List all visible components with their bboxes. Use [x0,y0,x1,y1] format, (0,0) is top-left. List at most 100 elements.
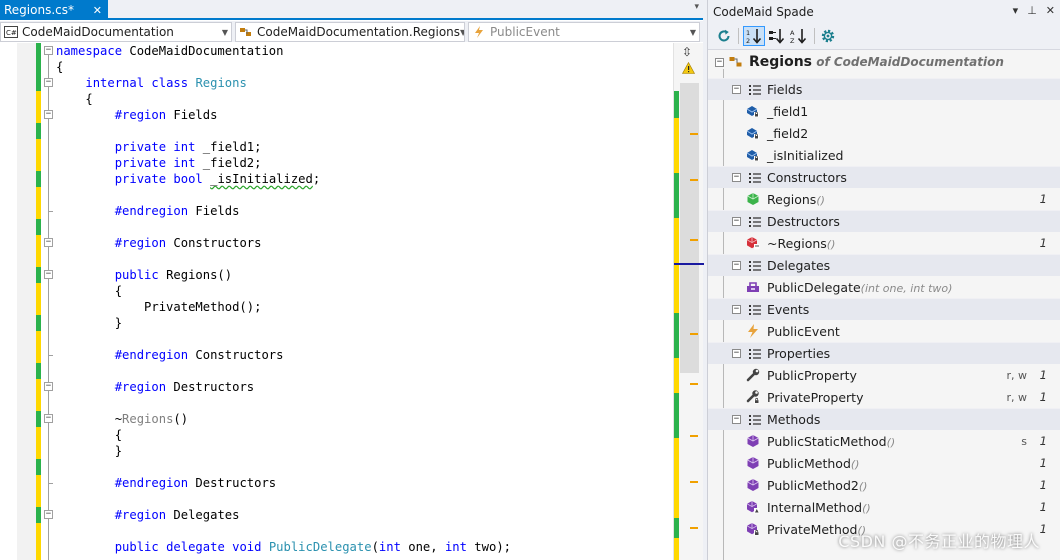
member-dropdown[interactable]: PublicEvent ▼ [468,22,700,42]
code-token: public [114,540,159,554]
code-token: int [378,540,401,554]
tree-item-label: PublicProperty [767,368,857,383]
tree-member-item[interactable]: PublicDelegate(int one, int two) [708,276,1060,298]
tree-member-item[interactable]: PublicStaticMethod() s 1 [708,430,1060,452]
split-window-icon[interactable]: ⇳ [682,45,692,59]
close-icon[interactable]: ✕ [1046,4,1055,17]
tree-member-item[interactable]: PrivateProperty r, w 1 [708,386,1060,408]
item-flags: s [1021,434,1027,448]
code-token: PublicDelegate [268,540,372,554]
tree-item-label: Methods [767,412,820,427]
tree-region-item[interactable]: − Properties [708,342,1060,364]
sort-alphabetically-button[interactable]: AZ [789,26,809,46]
collapse-toggle-icon[interactable]: − [44,414,53,423]
collapse-toggle-icon[interactable]: − [44,510,53,519]
tree-region-item[interactable]: − Delegates [708,254,1060,276]
pin-icon[interactable]: ⊥ [1027,4,1037,17]
document-tab-strip: Regions.cs* ✕ ▾ [0,0,703,20]
code-token: () [173,412,189,426]
window-position-dropdown-icon[interactable]: ▾ [1013,4,1019,17]
code-token: #region [114,508,167,522]
collapse-toggle-icon[interactable]: − [732,85,741,94]
collapse-toggle-icon[interactable]: − [44,238,53,247]
event-bolt-icon [472,26,486,38]
overview-change-marker [674,91,679,118]
code-token: #region [114,236,167,250]
type-dropdown[interactable]: CodeMaidDocumentation.Regions ▼ [235,22,465,42]
item-name: ~Regions [767,235,827,251]
code-line: private bool _isInitialized; [56,171,321,187]
collapse-toggle-icon[interactable]: − [732,305,741,314]
collapse-toggle-icon[interactable]: − [732,173,741,182]
code-token: int [173,156,196,170]
options-button[interactable] [818,26,838,46]
warning-icon[interactable] [682,62,695,74]
tree-root-item[interactable]: − Regions of CodeMaidDocumentation [708,51,1060,73]
tree-member-item[interactable]: InternalMethod() 1 [708,496,1060,518]
tree-region-item[interactable]: − Fields [708,78,1060,100]
gear-icon [821,29,835,43]
close-icon[interactable]: ✕ [93,4,102,17]
sort-by-file-order-button[interactable]: 12 [743,26,765,46]
item-complexity: 1 [1039,368,1047,382]
code-token: public [114,268,159,282]
collapse-toggle-icon[interactable]: − [44,382,53,391]
sort-by-type-button[interactable] [767,26,787,46]
refresh-button[interactable] [714,26,734,46]
item-name: Fields [767,82,803,97]
tree-member-item[interactable]: PublicProperty r, w 1 [708,364,1060,386]
collapse-toggle-icon[interactable]: − [732,261,741,270]
tree-region-item[interactable]: − Events [708,298,1060,320]
collapse-toggle-icon[interactable]: − [44,78,53,87]
collapse-toggle-icon[interactable]: − [44,46,53,55]
collapse-toggle-icon[interactable]: − [732,217,741,226]
tree-member-item[interactable]: PublicEvent [708,320,1060,342]
code-line: #region Destructors [56,379,254,395]
tab-regions-cs[interactable]: Regions.cs* ✕ [0,0,108,20]
item-flags: r, w [1006,390,1027,404]
collapse-toggle-icon[interactable]: − [44,110,53,119]
collapse-toggle-icon[interactable]: − [732,415,741,424]
item-complexity: 1 [1039,192,1047,206]
tab-overflow-icon[interactable]: ▾ [694,2,699,12]
scrollbar-thumb[interactable] [680,83,699,373]
tree-member-item[interactable]: ~Regions() 1 [708,232,1060,254]
tree-member-item[interactable]: _isInitialized [708,144,1060,166]
code-token: namespace [56,44,123,58]
tree-member-item[interactable]: PublicMethod2() 1 [708,474,1060,496]
code-line: } [56,315,122,331]
change-marker [36,459,41,475]
tree-item-label: Delegates [767,258,830,273]
collapse-toggle-icon[interactable]: − [44,270,53,279]
item-name: Methods [767,412,821,427]
tree-region-item[interactable]: − Constructors [708,166,1060,188]
project-dropdown[interactable]: C# CodeMaidDocumentation ▼ [0,22,232,42]
svg-text:1: 1 [746,29,750,37]
spade-tree[interactable]: − Regions of CodeMaidDocumentation − Fiel… [708,51,1060,560]
collapse-toggle-icon[interactable]: − [732,349,741,358]
collapse-toggle-icon[interactable]: − [715,57,724,67]
change-marker [36,171,41,187]
code-line: } [56,443,122,459]
item-name: Delegates [767,258,831,273]
tree-member-item[interactable]: PublicMethod() 1 [708,452,1060,474]
change-marker [36,411,41,427]
tree-member-item[interactable]: _field2 [708,122,1060,144]
overview-change-marker [674,313,679,358]
tree-member-item[interactable]: _field1 [708,100,1060,122]
overview-warning-marker [690,435,698,437]
tree-region-item[interactable]: − Methods [708,408,1060,430]
code-token: { [56,284,123,298]
item-flags: r, w [1006,368,1027,382]
vertical-scrollbar[interactable]: ⇳ [673,43,704,560]
change-marker [36,91,41,123]
delegate-icon [746,280,760,294]
tree-region-item[interactable]: − Destructors [708,210,1060,232]
tree-member-item[interactable]: Regions() 1 [708,188,1060,210]
svg-text:2: 2 [746,37,750,44]
code-text-area[interactable]: − − − − − − − − namespace CodeMaidDocumentation… [0,43,673,560]
code-line: { [56,427,122,443]
